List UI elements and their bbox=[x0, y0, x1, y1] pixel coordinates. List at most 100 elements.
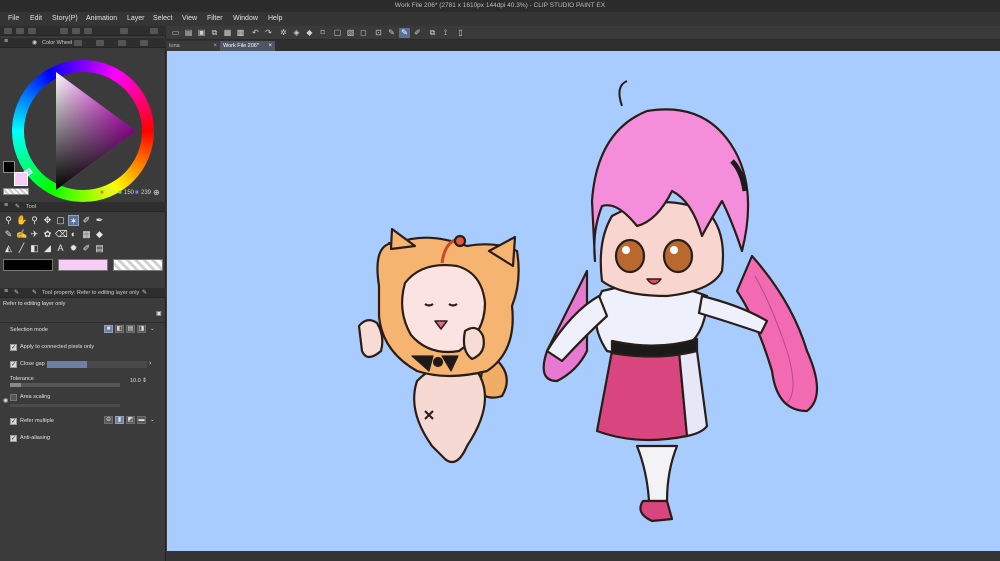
text-icon[interactable]: A bbox=[55, 243, 66, 254]
sub-color-swatch[interactable] bbox=[14, 172, 28, 186]
deselect-icon[interactable]: ▢ bbox=[332, 28, 343, 38]
close-gap-slider[interactable] bbox=[47, 361, 147, 368]
zoom-icon[interactable]: ⚲ bbox=[3, 215, 14, 226]
draw-mode-icon[interactable]: ✎ bbox=[399, 28, 410, 38]
export-icon[interactable]: ▩ bbox=[235, 28, 246, 38]
close-gap-checkbox[interactable]: ✓ bbox=[10, 361, 17, 368]
selection-mode-new[interactable]: ■ bbox=[104, 325, 113, 333]
spinner-icon[interactable]: ⇕ bbox=[142, 377, 147, 384]
grip-icon[interactable]: ≡ bbox=[4, 202, 8, 209]
selection-icon[interactable]: ▢ bbox=[55, 215, 66, 226]
menu-edit[interactable]: Edit bbox=[30, 15, 42, 22]
menu-view[interactable]: View bbox=[182, 15, 197, 22]
transform-icon[interactable]: ◈ bbox=[291, 28, 302, 38]
pen-alt-icon[interactable]: ✐ bbox=[412, 28, 423, 38]
selection-mode-subtract[interactable]: ▤ bbox=[126, 325, 135, 333]
eyedropper-icon[interactable]: ✐ bbox=[81, 215, 92, 226]
layer-link-icon[interactable]: ⟟ bbox=[440, 28, 451, 38]
refer-reference-layers[interactable]: ◩ bbox=[126, 416, 135, 424]
balloon-icon[interactable]: ✹ bbox=[68, 243, 79, 254]
wrench-icon[interactable]: ✎ bbox=[142, 289, 147, 296]
tolerance-slider[interactable] bbox=[10, 383, 120, 387]
redo-icon[interactable]: ↷ bbox=[263, 28, 274, 38]
panel-icon[interactable] bbox=[118, 40, 126, 46]
panel-icon[interactable] bbox=[84, 28, 92, 34]
menu-help[interactable]: Help bbox=[268, 15, 282, 22]
panel-icon[interactable] bbox=[60, 28, 68, 34]
menu-select[interactable]: Select bbox=[153, 15, 172, 22]
pen-tool-icon[interactable]: ✒ bbox=[94, 215, 105, 226]
figure-icon[interactable]: ◢ bbox=[42, 243, 53, 254]
paint-icon[interactable]: ◭ bbox=[3, 243, 14, 254]
select-all-icon[interactable]: ▧ bbox=[345, 28, 356, 38]
fill-icon[interactable]: ◆ bbox=[304, 28, 315, 38]
new-file-icon[interactable]: ▭ bbox=[170, 28, 181, 38]
snap-pen-icon[interactable]: ✎ bbox=[386, 28, 397, 38]
gradient-icon[interactable]: ◧ bbox=[29, 243, 40, 254]
sub-color-bar[interactable] bbox=[58, 259, 108, 271]
refer-multiple-checkbox[interactable]: ✓ bbox=[10, 418, 17, 425]
selection-mode-add[interactable]: ◧ bbox=[115, 325, 124, 333]
frame-icon[interactable]: ▦ bbox=[81, 229, 92, 240]
zoom-out-icon[interactable]: ⚲ bbox=[29, 215, 40, 226]
clear-icon[interactable]: ◻ bbox=[358, 28, 369, 38]
panel-icon[interactable] bbox=[16, 28, 24, 34]
eye-icon[interactable]: ◉ bbox=[3, 397, 8, 404]
panel-icon[interactable] bbox=[28, 28, 36, 34]
hand-icon[interactable]: ✋ bbox=[16, 215, 27, 226]
transparent-swatch[interactable] bbox=[3, 188, 29, 195]
refer-folder[interactable]: ▬ bbox=[137, 416, 146, 424]
area-scaling-checkbox[interactable] bbox=[10, 394, 17, 401]
tab-work-file[interactable]: Work File 206* × bbox=[220, 41, 275, 51]
color-settings-icon[interactable]: ⊕ bbox=[153, 188, 160, 197]
brush-icon[interactable]: ✍ bbox=[16, 229, 27, 240]
line-icon[interactable]: ╱ bbox=[16, 243, 27, 254]
selection-mode-intersect[interactable]: ◨ bbox=[137, 325, 146, 333]
lock-icon[interactable]: ▣ bbox=[156, 310, 162, 317]
airbrush-icon[interactable]: ✈ bbox=[29, 229, 40, 240]
tab-tuna[interactable]: tuna × bbox=[166, 41, 220, 51]
grip-icon[interactable]: ≡ bbox=[4, 288, 8, 295]
layer-copy-icon[interactable]: ⧉ bbox=[427, 28, 438, 38]
blend-icon[interactable]: ◐ bbox=[68, 229, 79, 240]
auto-select-icon[interactable]: ✶ bbox=[68, 215, 79, 226]
decoration-icon[interactable]: ✿ bbox=[42, 229, 53, 240]
copy-icon[interactable]: ⧉ bbox=[209, 28, 220, 38]
ruler-icon[interactable]: ▤ bbox=[94, 243, 105, 254]
panel-icon[interactable] bbox=[140, 40, 148, 46]
apply-connected-checkbox[interactable]: ✓ bbox=[10, 344, 17, 351]
panel-icon[interactable] bbox=[74, 40, 82, 46]
fill-bucket-icon[interactable]: ◆ bbox=[94, 229, 105, 240]
chevron-down-icon[interactable]: ⌄ bbox=[150, 326, 155, 332]
chevron-down-icon[interactable]: ⌄ bbox=[150, 417, 155, 423]
panel-icon[interactable] bbox=[120, 28, 128, 34]
refer-selected-layers[interactable]: ▮ bbox=[115, 416, 124, 424]
print-icon[interactable]: ▦ bbox=[222, 28, 233, 38]
close-icon[interactable]: × bbox=[213, 41, 217, 51]
menu-file[interactable]: File bbox=[8, 15, 19, 22]
panel-icon[interactable] bbox=[150, 28, 158, 34]
anti-aliasing-checkbox[interactable]: ✓ bbox=[10, 435, 17, 442]
eraser-icon[interactable]: ⌫ bbox=[55, 229, 68, 240]
menu-story[interactable]: Story(P) bbox=[52, 15, 78, 22]
device-icon[interactable]: ▯ bbox=[455, 28, 466, 38]
menu-layer[interactable]: Layer bbox=[127, 15, 145, 22]
panel-icon[interactable] bbox=[96, 40, 104, 46]
menu-animation[interactable]: Animation bbox=[86, 15, 117, 22]
color-triangle[interactable] bbox=[12, 60, 154, 202]
menu-filter[interactable]: Filter bbox=[207, 15, 223, 22]
correct-line-icon[interactable]: ✐ bbox=[81, 243, 92, 254]
move-icon[interactable]: ✥ bbox=[42, 215, 53, 226]
undo-icon[interactable]: ↶ bbox=[250, 28, 261, 38]
crop-icon[interactable]: ⌑ bbox=[317, 28, 328, 38]
snap-ruler-icon[interactable]: ⊡ bbox=[373, 28, 384, 38]
tolerance-value[interactable]: 10.0 bbox=[130, 378, 141, 384]
drawing-canvas[interactable] bbox=[167, 51, 1000, 551]
pencil-icon[interactable]: ✎ bbox=[3, 229, 14, 240]
panel-icon[interactable] bbox=[4, 28, 12, 34]
refer-all-layers[interactable]: ⊖ bbox=[104, 416, 113, 424]
transparent-color-bar[interactable] bbox=[113, 259, 163, 271]
open-icon[interactable]: ▤ bbox=[183, 28, 194, 38]
settings-icon[interactable]: ✲ bbox=[278, 28, 289, 38]
panel-icon[interactable] bbox=[72, 28, 80, 34]
